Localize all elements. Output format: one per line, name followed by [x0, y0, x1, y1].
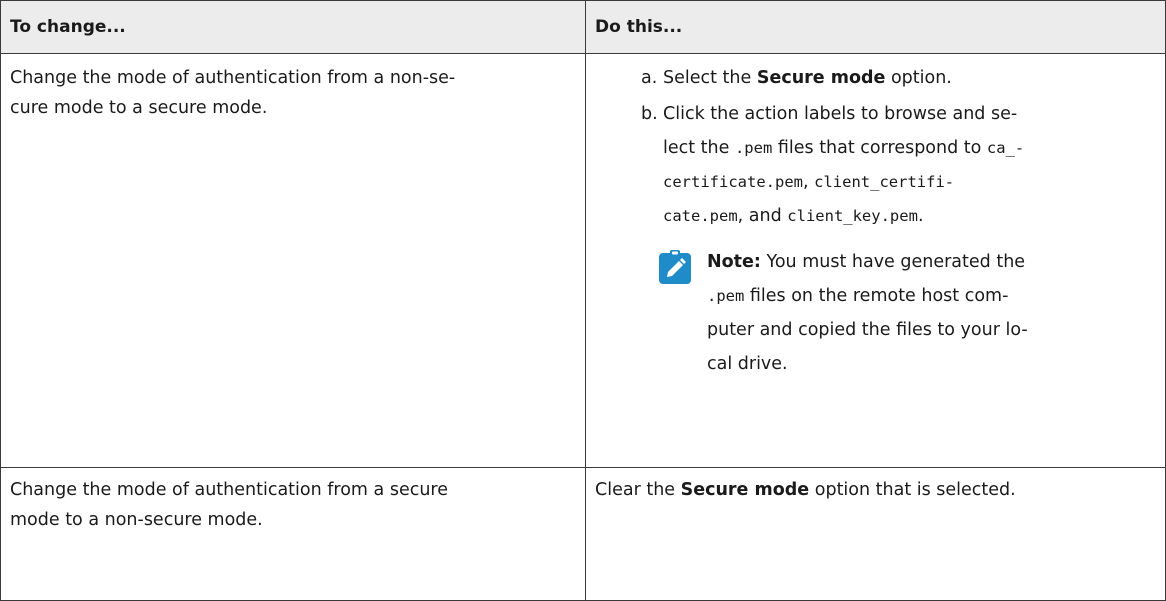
note-label: Note: — [707, 252, 761, 272]
step-text: Click the action labels to browse and se… — [663, 104, 1025, 226]
code-client-certificate: client_certifi- — [814, 173, 955, 191]
change-line: cure mode to a secure mode. — [10, 98, 268, 118]
code-client-key: client_key.pem — [787, 207, 918, 225]
note-block: Note: You must have generated the .pem f… — [641, 247, 1111, 379]
header-cell-to-change: To change... — [0, 0, 586, 54]
code-pem: .pem — [734, 139, 773, 157]
header-to-change-label: To change... — [10, 17, 126, 37]
change-line: Change the mode of authentication from a… — [10, 480, 448, 500]
pencil-note-icon — [658, 249, 692, 285]
change-cell: Change the mode of authentication from a… — [0, 467, 586, 601]
list-item: b. Click the action labels to browse and… — [641, 99, 1165, 235]
code-pem: .pem — [707, 287, 745, 305]
table-header-row: To change... Do this... — [0, 0, 1166, 54]
change-line: mode to a non-secure mode. — [10, 510, 263, 530]
step-marker: b. — [641, 104, 658, 124]
steps-list: a. Select the Secure mode option. b. Cli… — [595, 54, 1165, 379]
list-item: a. Select the Secure mode option. — [641, 63, 1165, 93]
do-this-text: Clear the Secure mode option that is sel… — [595, 480, 1016, 500]
change-line: Change the mode of authentication from a… — [10, 68, 456, 88]
change-description: Change the mode of authentication from a… — [10, 54, 585, 123]
change-description: Change the mode of authentication from a… — [10, 468, 585, 535]
code-ca-certificate: ca_- — [986, 139, 1025, 157]
step-text: Select the Secure mode option. — [663, 68, 952, 88]
header-do-this-label: Do this... — [595, 17, 683, 37]
instructions-table: To change... Do this... Change the mode … — [0, 0, 1166, 601]
step-marker: a. — [641, 68, 658, 88]
secure-mode-term: Secure mode — [756, 68, 886, 88]
do-this-cell: a. Select the Secure mode option. b. Cli… — [585, 53, 1166, 468]
table-row: Change the mode of authentication from a… — [0, 467, 1166, 601]
code-certificate: certificate.pem — [663, 173, 803, 191]
code-cate-pem: cate.pem — [663, 207, 738, 225]
do-this-cell: Clear the Secure mode option that is sel… — [585, 467, 1166, 601]
secure-mode-term: Secure mode — [680, 480, 810, 500]
table-row: Change the mode of authentication from a… — [0, 53, 1166, 468]
change-cell: Change the mode of authentication from a… — [0, 53, 586, 468]
header-cell-do-this: Do this... — [585, 0, 1166, 54]
